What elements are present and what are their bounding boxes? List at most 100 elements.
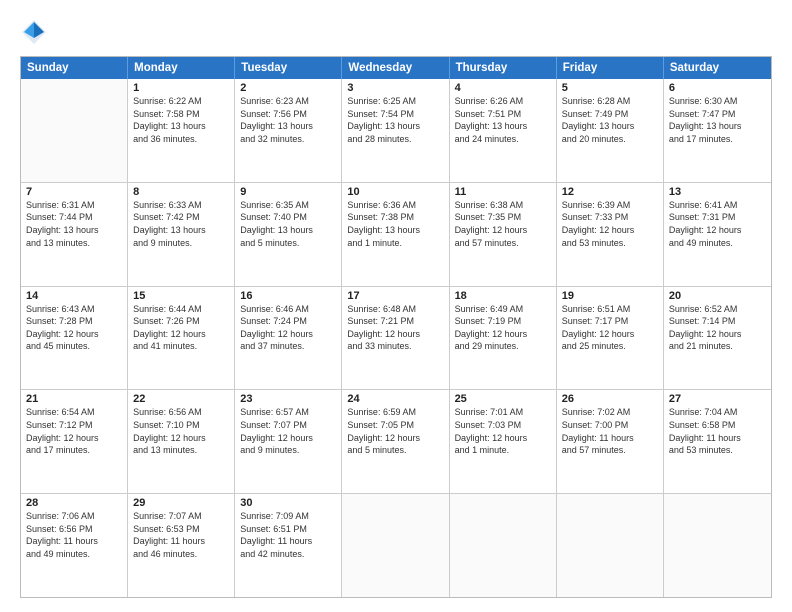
calendar-cell: 28Sunrise: 7:06 AM Sunset: 6:56 PM Dayli…	[21, 494, 128, 597]
day-info: Sunrise: 6:59 AM Sunset: 7:05 PM Dayligh…	[347, 406, 443, 456]
calendar-header-cell: Tuesday	[235, 57, 342, 79]
day-info: Sunrise: 6:38 AM Sunset: 7:35 PM Dayligh…	[455, 199, 551, 249]
day-info: Sunrise: 6:33 AM Sunset: 7:42 PM Dayligh…	[133, 199, 229, 249]
day-number: 28	[26, 497, 122, 509]
day-info: Sunrise: 6:41 AM Sunset: 7:31 PM Dayligh…	[669, 199, 766, 249]
day-info: Sunrise: 6:39 AM Sunset: 7:33 PM Dayligh…	[562, 199, 658, 249]
day-info: Sunrise: 6:44 AM Sunset: 7:26 PM Dayligh…	[133, 303, 229, 353]
day-info: Sunrise: 6:31 AM Sunset: 7:44 PM Dayligh…	[26, 199, 122, 249]
calendar-cell: 22Sunrise: 6:56 AM Sunset: 7:10 PM Dayli…	[128, 390, 235, 493]
calendar-cell: 15Sunrise: 6:44 AM Sunset: 7:26 PM Dayli…	[128, 287, 235, 390]
day-number: 18	[455, 290, 551, 302]
day-number: 4	[455, 82, 551, 94]
day-number: 1	[133, 82, 229, 94]
day-info: Sunrise: 6:28 AM Sunset: 7:49 PM Dayligh…	[562, 95, 658, 145]
calendar-header-row: SundayMondayTuesdayWednesdayThursdayFrid…	[21, 57, 771, 79]
day-number: 20	[669, 290, 766, 302]
day-info: Sunrise: 7:07 AM Sunset: 6:53 PM Dayligh…	[133, 510, 229, 560]
calendar-cell: 27Sunrise: 7:04 AM Sunset: 6:58 PM Dayli…	[664, 390, 771, 493]
calendar-cell: 25Sunrise: 7:01 AM Sunset: 7:03 PM Dayli…	[450, 390, 557, 493]
calendar-row: 1Sunrise: 6:22 AM Sunset: 7:58 PM Daylig…	[21, 79, 771, 182]
day-info: Sunrise: 7:09 AM Sunset: 6:51 PM Dayligh…	[240, 510, 336, 560]
logo	[20, 18, 54, 46]
day-number: 19	[562, 290, 658, 302]
day-number: 3	[347, 82, 443, 94]
day-info: Sunrise: 6:51 AM Sunset: 7:17 PM Dayligh…	[562, 303, 658, 353]
day-number: 21	[26, 393, 122, 405]
calendar-cell: 10Sunrise: 6:36 AM Sunset: 7:38 PM Dayli…	[342, 183, 449, 286]
calendar-cell: 18Sunrise: 6:49 AM Sunset: 7:19 PM Dayli…	[450, 287, 557, 390]
day-number: 15	[133, 290, 229, 302]
day-info: Sunrise: 6:57 AM Sunset: 7:07 PM Dayligh…	[240, 406, 336, 456]
day-info: Sunrise: 6:49 AM Sunset: 7:19 PM Dayligh…	[455, 303, 551, 353]
calendar-cell	[664, 494, 771, 597]
calendar-cell: 2Sunrise: 6:23 AM Sunset: 7:56 PM Daylig…	[235, 79, 342, 182]
day-number: 9	[240, 186, 336, 198]
calendar-header-cell: Monday	[128, 57, 235, 79]
calendar-body: 1Sunrise: 6:22 AM Sunset: 7:58 PM Daylig…	[21, 79, 771, 597]
day-info: Sunrise: 6:26 AM Sunset: 7:51 PM Dayligh…	[455, 95, 551, 145]
day-number: 11	[455, 186, 551, 198]
calendar-row: 14Sunrise: 6:43 AM Sunset: 7:28 PM Dayli…	[21, 286, 771, 390]
calendar-cell: 24Sunrise: 6:59 AM Sunset: 7:05 PM Dayli…	[342, 390, 449, 493]
day-info: Sunrise: 6:35 AM Sunset: 7:40 PM Dayligh…	[240, 199, 336, 249]
calendar-cell	[450, 494, 557, 597]
day-number: 12	[562, 186, 658, 198]
calendar-cell: 30Sunrise: 7:09 AM Sunset: 6:51 PM Dayli…	[235, 494, 342, 597]
calendar-cell: 8Sunrise: 6:33 AM Sunset: 7:42 PM Daylig…	[128, 183, 235, 286]
day-info: Sunrise: 7:01 AM Sunset: 7:03 PM Dayligh…	[455, 406, 551, 456]
calendar-cell: 5Sunrise: 6:28 AM Sunset: 7:49 PM Daylig…	[557, 79, 664, 182]
day-number: 30	[240, 497, 336, 509]
day-info: Sunrise: 6:43 AM Sunset: 7:28 PM Dayligh…	[26, 303, 122, 353]
day-number: 26	[562, 393, 658, 405]
day-number: 16	[240, 290, 336, 302]
calendar-cell: 13Sunrise: 6:41 AM Sunset: 7:31 PM Dayli…	[664, 183, 771, 286]
header	[20, 18, 772, 46]
calendar-cell: 29Sunrise: 7:07 AM Sunset: 6:53 PM Dayli…	[128, 494, 235, 597]
day-number: 27	[669, 393, 766, 405]
day-info: Sunrise: 6:46 AM Sunset: 7:24 PM Dayligh…	[240, 303, 336, 353]
page: SundayMondayTuesdayWednesdayThursdayFrid…	[0, 0, 792, 612]
day-number: 14	[26, 290, 122, 302]
calendar-header-cell: Wednesday	[342, 57, 449, 79]
calendar-cell: 20Sunrise: 6:52 AM Sunset: 7:14 PM Dayli…	[664, 287, 771, 390]
calendar-cell: 23Sunrise: 6:57 AM Sunset: 7:07 PM Dayli…	[235, 390, 342, 493]
day-number: 29	[133, 497, 229, 509]
calendar-row: 21Sunrise: 6:54 AM Sunset: 7:12 PM Dayli…	[21, 389, 771, 493]
calendar-cell: 7Sunrise: 6:31 AM Sunset: 7:44 PM Daylig…	[21, 183, 128, 286]
day-number: 7	[26, 186, 122, 198]
calendar-cell: 16Sunrise: 6:46 AM Sunset: 7:24 PM Dayli…	[235, 287, 342, 390]
day-number: 8	[133, 186, 229, 198]
day-info: Sunrise: 6:30 AM Sunset: 7:47 PM Dayligh…	[669, 95, 766, 145]
day-number: 5	[562, 82, 658, 94]
day-number: 6	[669, 82, 766, 94]
calendar-row: 7Sunrise: 6:31 AM Sunset: 7:44 PM Daylig…	[21, 182, 771, 286]
calendar-cell: 12Sunrise: 6:39 AM Sunset: 7:33 PM Dayli…	[557, 183, 664, 286]
day-number: 2	[240, 82, 336, 94]
day-number: 24	[347, 393, 443, 405]
day-number: 22	[133, 393, 229, 405]
calendar-cell: 11Sunrise: 6:38 AM Sunset: 7:35 PM Dayli…	[450, 183, 557, 286]
calendar-row: 28Sunrise: 7:06 AM Sunset: 6:56 PM Dayli…	[21, 493, 771, 597]
day-info: Sunrise: 6:36 AM Sunset: 7:38 PM Dayligh…	[347, 199, 443, 249]
calendar: SundayMondayTuesdayWednesdayThursdayFrid…	[20, 56, 772, 598]
day-info: Sunrise: 7:04 AM Sunset: 6:58 PM Dayligh…	[669, 406, 766, 456]
calendar-cell: 26Sunrise: 7:02 AM Sunset: 7:00 PM Dayli…	[557, 390, 664, 493]
calendar-cell	[342, 494, 449, 597]
day-number: 23	[240, 393, 336, 405]
calendar-cell: 14Sunrise: 6:43 AM Sunset: 7:28 PM Dayli…	[21, 287, 128, 390]
day-number: 10	[347, 186, 443, 198]
day-info: Sunrise: 6:52 AM Sunset: 7:14 PM Dayligh…	[669, 303, 766, 353]
calendar-cell	[21, 79, 128, 182]
calendar-cell: 1Sunrise: 6:22 AM Sunset: 7:58 PM Daylig…	[128, 79, 235, 182]
day-info: Sunrise: 6:22 AM Sunset: 7:58 PM Dayligh…	[133, 95, 229, 145]
day-info: Sunrise: 6:48 AM Sunset: 7:21 PM Dayligh…	[347, 303, 443, 353]
day-number: 17	[347, 290, 443, 302]
calendar-cell: 4Sunrise: 6:26 AM Sunset: 7:51 PM Daylig…	[450, 79, 557, 182]
calendar-cell: 17Sunrise: 6:48 AM Sunset: 7:21 PM Dayli…	[342, 287, 449, 390]
day-number: 13	[669, 186, 766, 198]
day-info: Sunrise: 7:06 AM Sunset: 6:56 PM Dayligh…	[26, 510, 122, 560]
calendar-header-cell: Thursday	[450, 57, 557, 79]
calendar-cell: 6Sunrise: 6:30 AM Sunset: 7:47 PM Daylig…	[664, 79, 771, 182]
day-info: Sunrise: 6:25 AM Sunset: 7:54 PM Dayligh…	[347, 95, 443, 145]
